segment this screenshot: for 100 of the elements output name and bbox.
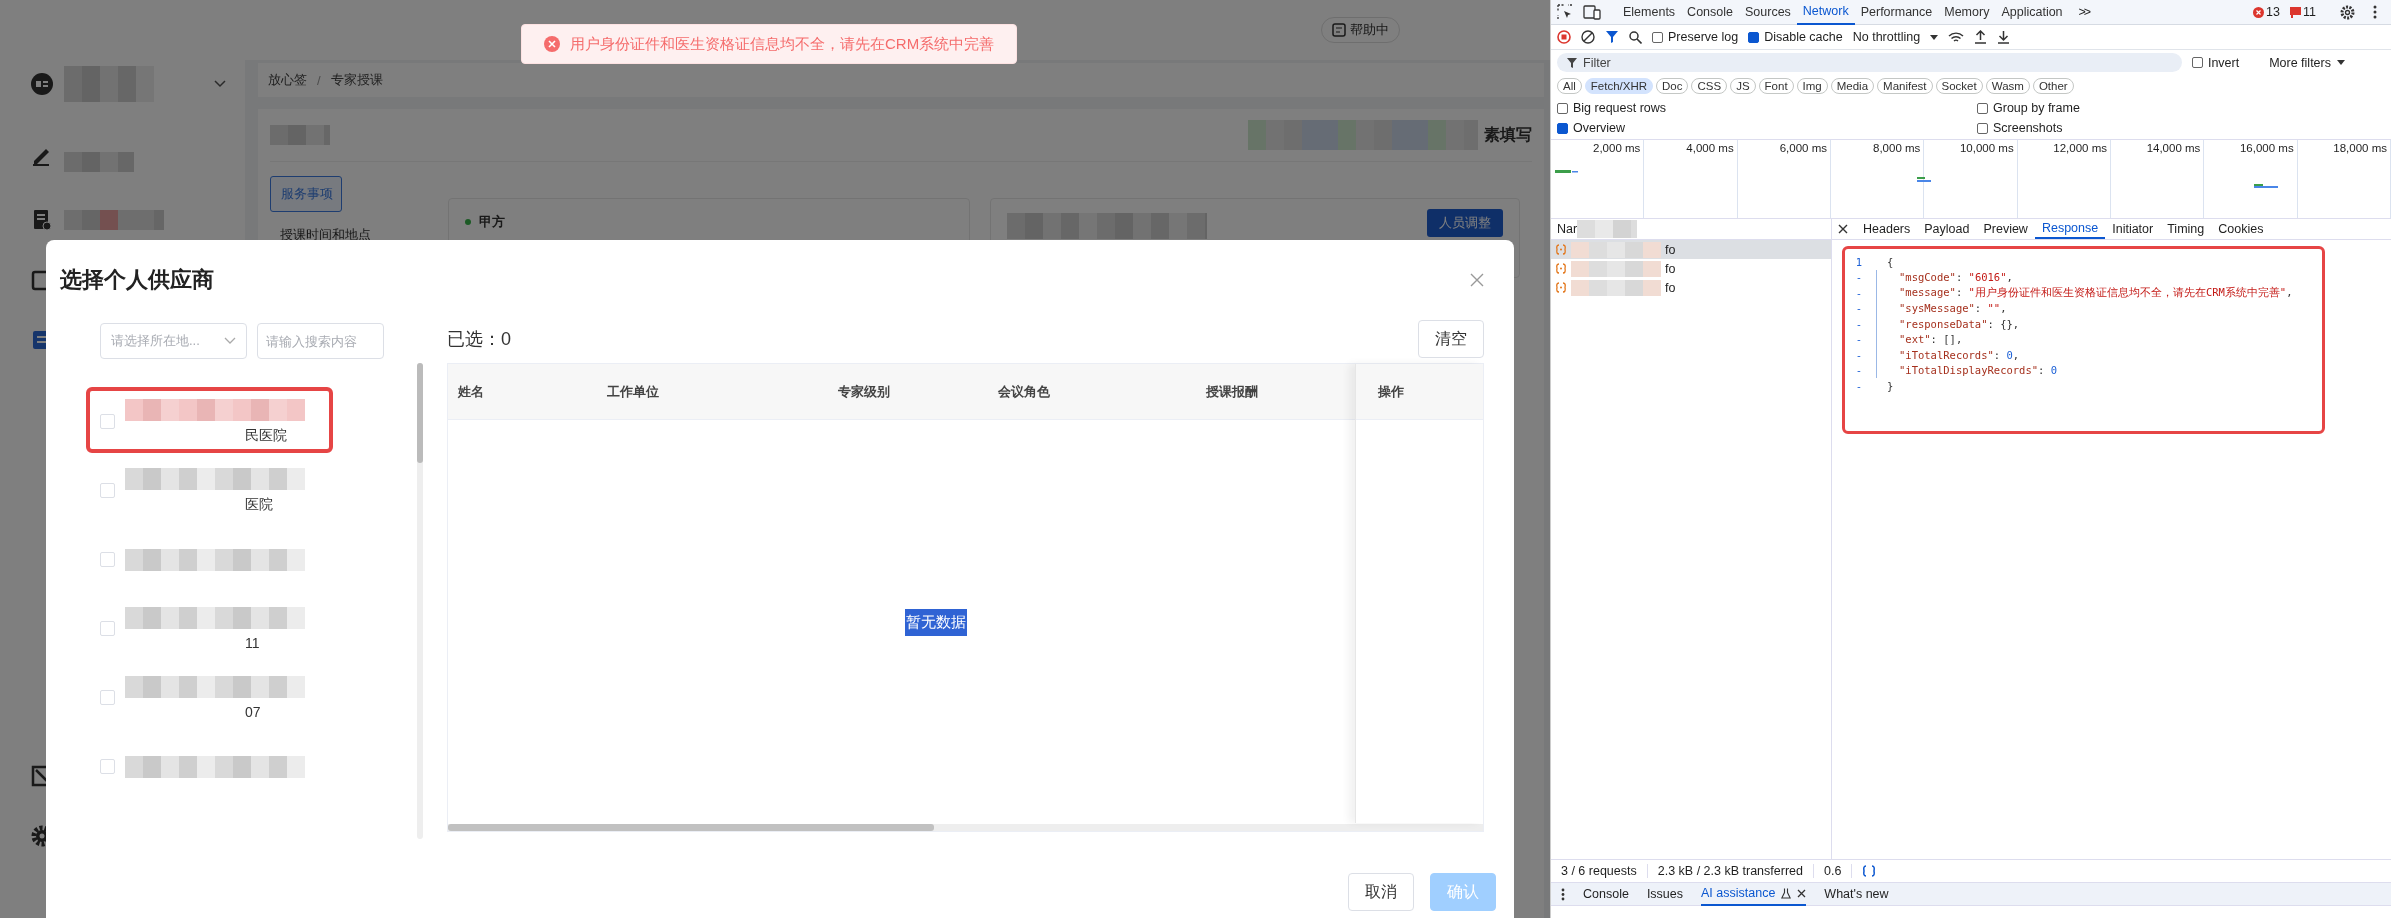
breadcrumb-link[interactable]: 放心签 <box>268 71 307 89</box>
request-row[interactable]: fo <box>1551 278 1831 297</box>
drawer-tab[interactable]: What's new <box>1824 882 1889 906</box>
code-line: "sysMessage": "", <box>1899 302 2007 315</box>
detail-tab[interactable]: Payload <box>1917 219 1977 239</box>
disable-cache-checkbox[interactable]: Disable cache <box>1748 30 1843 44</box>
record-stop-icon[interactable] <box>1557 30 1571 44</box>
detail-tab[interactable]: Timing <box>2160 219 2212 239</box>
supplier-item[interactable]: 医院 <box>86 456 417 525</box>
type-filter-chip[interactable]: Font <box>1758 78 1794 94</box>
throttling-select[interactable]: No throttling <box>1852 30 1921 44</box>
option-checkbox[interactable]: Group by frame <box>1977 101 2385 115</box>
breadcrumb-separator: / <box>317 72 321 88</box>
type-filter-chip[interactable]: JS <box>1730 78 1756 94</box>
preserve-log-checkbox[interactable]: Preserve log <box>1652 30 1739 44</box>
timeline-drawing <box>1917 177 1931 182</box>
request-row[interactable]: fo <box>1551 240 1831 259</box>
type-filter-chip[interactable]: Media <box>1830 78 1875 94</box>
type-filter-chip[interactable]: CSS <box>1691 78 1728 94</box>
close-icon[interactable] <box>1838 224 1848 234</box>
type-filter-chip[interactable]: Img <box>1796 78 1828 94</box>
panel-tab[interactable]: Elements <box>1617 0 1682 25</box>
close-icon[interactable] <box>1797 888 1807 898</box>
clear-button[interactable]: 清空 <box>1418 320 1484 358</box>
panel-tab[interactable]: Performance <box>1854 0 1939 25</box>
inspect-icon[interactable] <box>1557 4 1573 20</box>
type-filter-chip[interactable]: Doc <box>1656 78 1689 94</box>
json-icon <box>1555 263 1567 274</box>
issue-count[interactable]: 11 <box>2290 5 2316 19</box>
timeline-tick: 16,000 ms <box>2239 142 2294 154</box>
status-text: 2.3 kB / 2.3 kB transferred <box>1647 864 1814 878</box>
chevron-down-icon[interactable] <box>214 80 226 88</box>
more-vertical-icon[interactable] <box>2373 5 2377 19</box>
detail-tab[interactable]: Response <box>2034 219 2106 239</box>
column-header: 授课报酬 <box>1206 382 1259 401</box>
checkbox[interactable] <box>100 414 115 429</box>
caret-down-icon[interactable] <box>1930 34 1939 40</box>
checkbox[interactable] <box>100 552 115 567</box>
detail-tab[interactable]: Headers <box>1856 219 1918 239</box>
timeline-tick: 18,000 ms <box>2333 142 2387 154</box>
invert-checkbox[interactable]: Invert <box>2191 55 2240 70</box>
braces-icon[interactable] <box>1862 865 1877 877</box>
type-filter-chip[interactable]: Other <box>2032 78 2074 94</box>
device-icon[interactable] <box>1583 4 1601 20</box>
checkbox[interactable] <box>100 621 115 636</box>
line-marker: - <box>1854 302 1864 315</box>
detail-tab[interactable]: Preview <box>1976 219 2035 239</box>
panel-tab[interactable]: Sources <box>1739 0 1797 25</box>
drawer-tab[interactable]: AI assistance <box>1701 882 1807 906</box>
request-row[interactable]: fo <box>1551 259 1831 278</box>
line-marker: - <box>1854 286 1864 299</box>
option-checkbox[interactable]: Overview <box>1557 121 1977 135</box>
type-filter-chip[interactable]: Socket <box>1935 78 1983 94</box>
help-button[interactable]: 帮助中 <box>1321 17 1400 43</box>
cancel-button[interactable]: 取消 <box>1348 873 1414 911</box>
filter-field[interactable]: Filter <box>1557 53 2182 72</box>
download-icon[interactable] <box>1997 30 2011 44</box>
more-tabs-button[interactable]: >> <box>2078 5 2090 19</box>
panel-tab[interactable]: Memory <box>1938 0 1996 25</box>
scrollbar[interactable] <box>417 363 423 839</box>
status-text: 0.6 <box>1813 864 1853 878</box>
panel-tab[interactable]: Network <box>1796 0 1855 25</box>
more-filters-button[interactable]: More filters <box>2269 55 2345 70</box>
drawer-tab[interactable]: Console <box>1583 882 1629 906</box>
scrollbar[interactable] <box>448 824 1483 831</box>
supplier-item[interactable]: 07 <box>86 663 417 732</box>
upload-icon[interactable] <box>1974 30 1988 44</box>
column-header: 工作单位 <box>607 382 660 401</box>
checkbox[interactable] <box>100 483 115 498</box>
panel-tab[interactable]: Console <box>1681 0 1739 25</box>
search-field[interactable]: 请输入搜索内容 <box>257 323 384 359</box>
filter-icon[interactable] <box>1605 30 1619 44</box>
drawer-tab[interactable]: Issues <box>1646 882 1683 906</box>
option-checkbox[interactable]: Screenshots <box>1977 121 2385 135</box>
type-filter-chip[interactable]: All <box>1557 78 1582 94</box>
settings-icon[interactable] <box>2340 4 2355 20</box>
flask-icon <box>1781 887 1792 899</box>
type-filter-chip[interactable]: Fetch/XHR <box>1584 78 1654 94</box>
line-marker: - <box>1854 348 1864 361</box>
network-conditions-icon[interactable] <box>1948 30 1965 44</box>
clear-icon[interactable] <box>1581 30 1595 44</box>
checkbox[interactable] <box>100 759 115 774</box>
detail-tab[interactable]: Cookies <box>2211 219 2271 239</box>
detail-tab[interactable]: Initiator <box>2105 219 2161 239</box>
search-icon[interactable] <box>1629 30 1642 44</box>
toast-message: 用户身份证件和医生资格证信息均不全，请先在CRM系统中完善 <box>570 34 995 54</box>
help-icon <box>1332 23 1346 37</box>
checkbox[interactable] <box>100 690 115 705</box>
supplier-item[interactable]: 民医院 <box>86 387 417 456</box>
type-filter-chip[interactable]: Manifest <box>1877 78 1933 94</box>
option-checkbox[interactable]: Big request rows <box>1557 101 1977 115</box>
panel-tab[interactable]: Application <box>1995 0 2069 25</box>
timeline-tick: 6,000 ms <box>1779 142 1827 154</box>
more-vertical-icon[interactable] <box>1561 887 1565 901</box>
supplier-item[interactable]: 11 <box>86 594 417 663</box>
code-line: "responseData": {}, <box>1899 317 2020 330</box>
blurred-text <box>64 152 134 172</box>
type-filter-chip[interactable]: Wasm <box>1985 78 2030 94</box>
error-count[interactable]: 13 <box>2253 5 2280 19</box>
breadcrumb-link[interactable]: 专家授课 <box>330 71 383 89</box>
